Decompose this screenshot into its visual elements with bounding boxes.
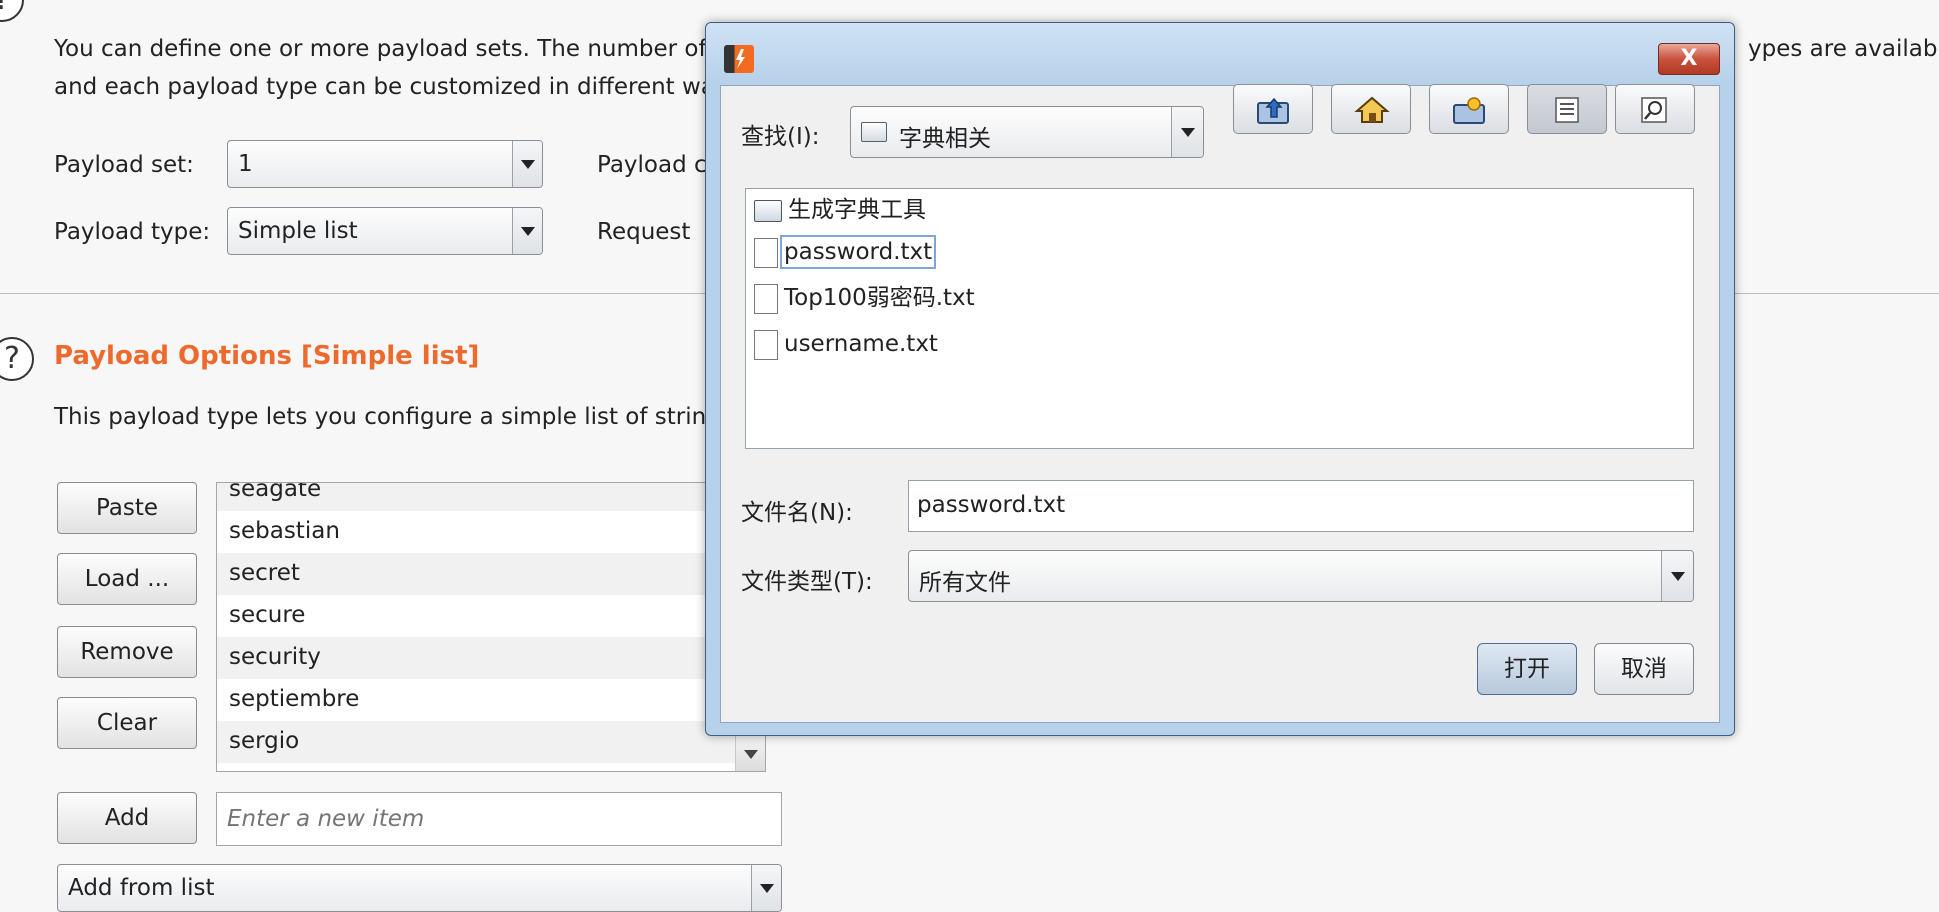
chevron-down-icon [1171, 107, 1203, 157]
payload-set-label: Payload set: [54, 152, 194, 178]
new-folder-icon [1453, 97, 1485, 124]
burp-app-icon [724, 45, 754, 73]
look-in-select[interactable]: 字典相关 [850, 106, 1204, 158]
home-icon [1354, 96, 1390, 123]
payload-count-label: Payload c [597, 152, 707, 178]
intro-text-line1: You can define one or more payload sets.… [54, 36, 707, 62]
payload-set-value: 1 [238, 151, 253, 177]
file-name-label: 文件名(N): [741, 500, 853, 526]
list-view-button[interactable] [1527, 84, 1607, 134]
file-name: Top100弱密码.txt [784, 285, 975, 311]
add-from-list-value: Add from list [68, 875, 215, 901]
payload-sets-help-icon[interactable]: ? [0, 0, 24, 22]
file-list[interactable]: 生成字典工具 password.txt Top100弱密码.txt userna… [745, 188, 1694, 449]
file-type-select[interactable]: 所有文件 [908, 550, 1694, 602]
file-icon [754, 237, 778, 268]
list-item[interactable]: septiembre [217, 679, 737, 721]
file-name-value: password.txt [917, 492, 1066, 518]
scroll-down-button[interactable] [736, 735, 765, 771]
load-button[interactable]: Load ... [57, 553, 197, 605]
folder-icon [754, 199, 782, 222]
list-item[interactable]: security [217, 637, 737, 679]
up-folder-button[interactable] [1233, 84, 1313, 134]
look-in-value: 字典相关 [899, 126, 991, 152]
chevron-down-icon [751, 865, 781, 911]
file-name-field[interactable]: password.txt [908, 480, 1694, 532]
file-name: username.txt [784, 331, 938, 357]
open-button[interactable]: 打开 [1477, 643, 1577, 695]
paste-button[interactable]: Paste [57, 482, 197, 534]
list-item[interactable]: secret [217, 553, 737, 595]
file-icon [754, 283, 778, 314]
chevron-down-icon [512, 208, 542, 254]
file-name: 生成字典工具 [788, 197, 926, 223]
close-button[interactable]: X [1658, 43, 1720, 75]
chevron-down-icon [1661, 551, 1693, 601]
intro-text-line1-end: ypes are available [1748, 36, 1939, 62]
payload-set-select[interactable]: 1 [227, 140, 543, 188]
list-item[interactable]: password.txt [754, 231, 937, 273]
details-view-button[interactable] [1615, 84, 1695, 134]
intro-text-line2: and each payload type can be customized … [54, 74, 715, 100]
list-item[interactable]: Top100弱密码.txt [754, 277, 975, 319]
new-item-input[interactable] [216, 792, 782, 846]
list-item[interactable]: username.txt [754, 323, 938, 365]
look-in-label: 查找(I): [741, 124, 820, 150]
remove-button[interactable]: Remove [57, 626, 197, 678]
payload-type-select[interactable]: Simple list [227, 207, 543, 255]
payload-options-help-icon[interactable]: ? [0, 337, 34, 381]
home-button[interactable] [1331, 84, 1411, 134]
clear-button[interactable]: Clear [57, 697, 197, 749]
folder-icon [861, 122, 887, 142]
list-item[interactable]: seagate [217, 483, 737, 511]
list-item[interactable]: sergio [217, 721, 737, 763]
file-name: password.txt [779, 235, 937, 269]
new-folder-button[interactable] [1429, 84, 1509, 134]
chevron-down-icon [743, 749, 758, 759]
add-button[interactable]: Add [57, 792, 197, 844]
file-type-label: 文件类型(T): [741, 569, 873, 595]
chevron-down-icon [512, 141, 542, 187]
payload-type-label: Payload type: [54, 219, 211, 245]
payload-options-title: Payload Options [Simple list] [54, 341, 480, 371]
payload-options-description: This payload type lets you configure a s… [54, 404, 707, 430]
payload-type-value: Simple list [238, 218, 358, 244]
list-item[interactable]: 生成字典工具 [754, 189, 926, 231]
cancel-button[interactable]: 取消 [1594, 643, 1694, 695]
file-icon [754, 329, 778, 360]
add-from-list-select[interactable]: Add from list [57, 864, 782, 912]
up-folder-icon [1257, 97, 1289, 124]
list-item[interactable]: secure [217, 595, 737, 637]
list-item[interactable]: sebastian [217, 511, 737, 553]
payload-list[interactable]: seagate sebastian secret secure security… [216, 482, 766, 772]
list-view-icon [1555, 97, 1579, 123]
request-count-label: Request [597, 219, 691, 245]
file-type-value: 所有文件 [919, 570, 1011, 596]
details-view-icon [1641, 97, 1667, 123]
